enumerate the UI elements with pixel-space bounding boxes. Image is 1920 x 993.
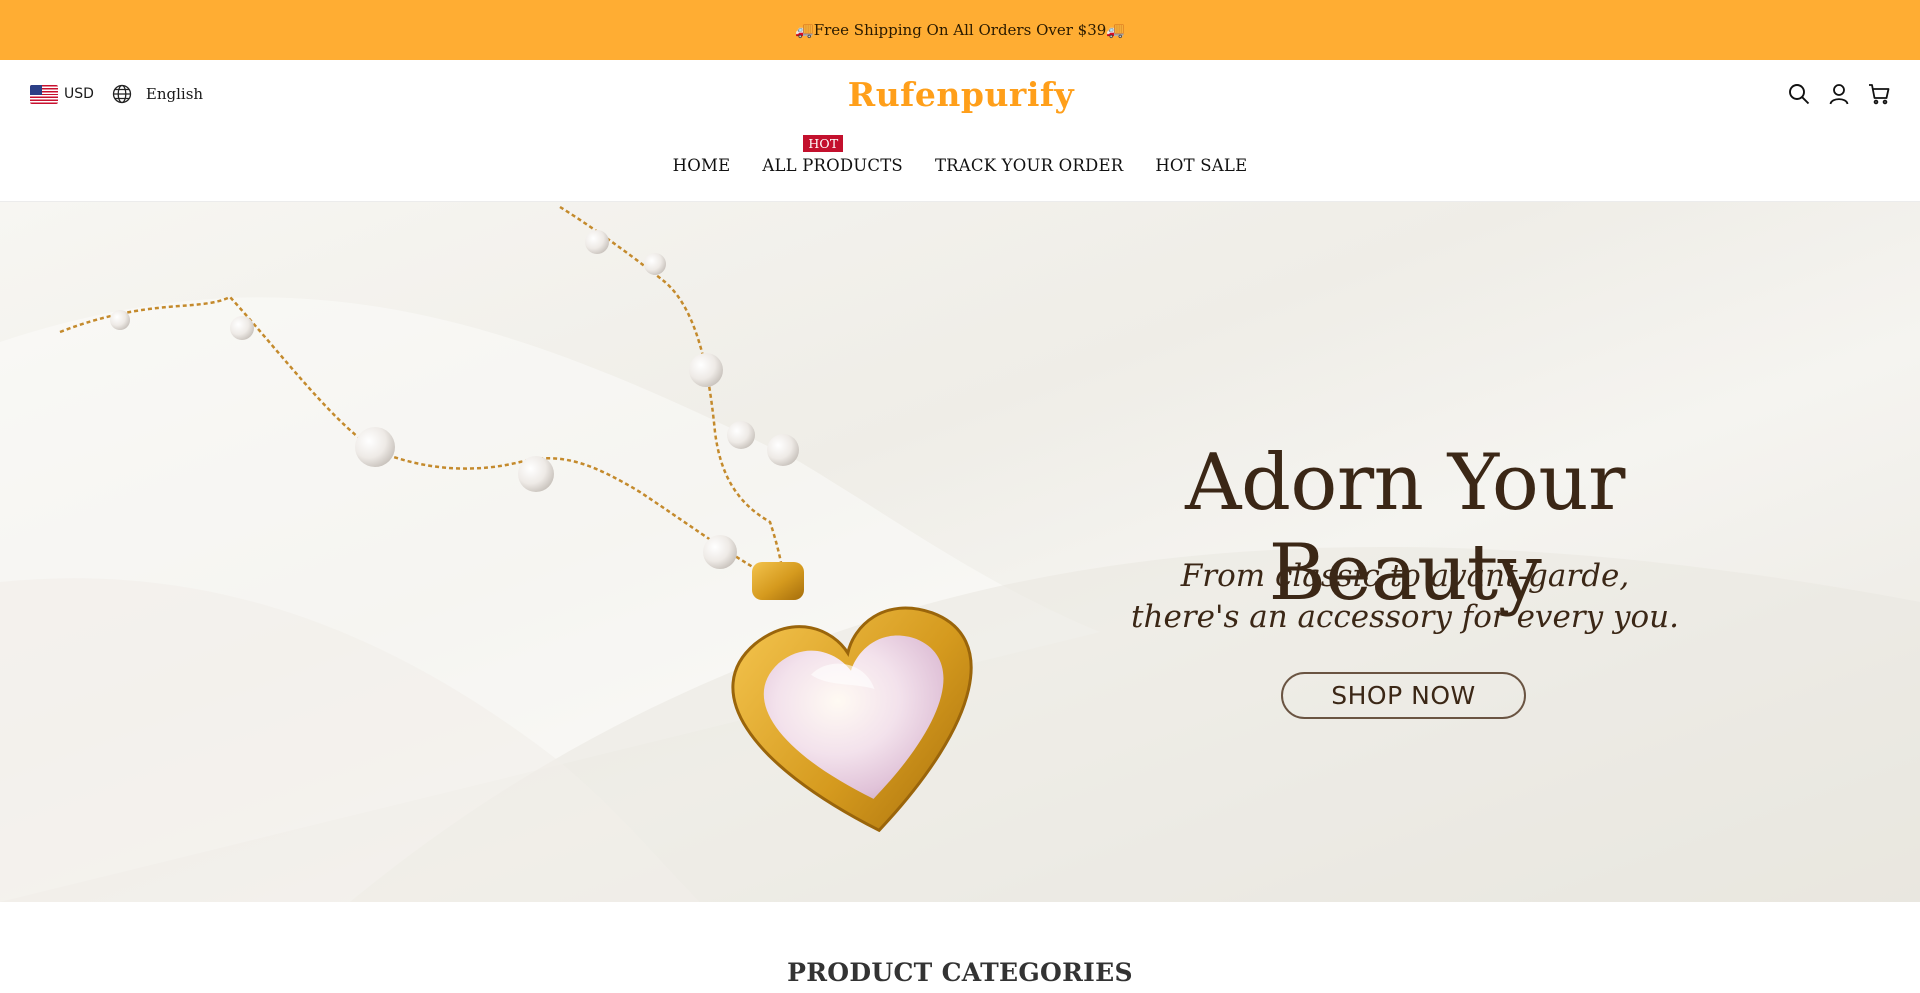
site-logo[interactable]: Rufenpurify (845, 74, 1077, 114)
cart-icon[interactable] (1868, 82, 1890, 106)
account-icon[interactable] (1828, 82, 1850, 106)
site-header: USD English Rufenpurify HOME HOT ALL PRO… (0, 60, 1920, 202)
nav-item-label[interactable]: ALL PRODUCTS (762, 156, 903, 175)
search-icon[interactable] (1788, 82, 1810, 106)
hero-subtitle-line-1: From classic to avant-garde, (1180, 558, 1630, 594)
main-nav: HOME HOT ALL PRODUCTS TRACK YOUR ORDER H… (0, 135, 1920, 175)
us-flag-icon[interactable] (30, 84, 58, 104)
header-icons (1788, 82, 1890, 106)
announcement-text: 🚚Free Shipping On All Orders Over $39🚚 (795, 21, 1125, 39)
hero-subtitle-line-2: there's an accessory for every you. (1131, 599, 1679, 635)
currency-label[interactable]: USD (64, 86, 94, 102)
nav-item-all-products[interactable]: HOT ALL PRODUCTS (762, 135, 903, 175)
nav-item-track-order[interactable]: TRACK YOUR ORDER (935, 156, 1123, 175)
hero-subtitle: From classic to avant-garde, there's an … (1100, 556, 1710, 638)
announcement-bar: 🚚Free Shipping On All Orders Over $39🚚 (0, 0, 1920, 60)
product-categories-heading: PRODUCT CATEGORIES (787, 958, 1133, 987)
language-label[interactable]: English (146, 85, 203, 103)
nav-item-hot-sale[interactable]: HOT SALE (1155, 156, 1247, 175)
globe-icon[interactable] (112, 84, 132, 104)
locale-selector[interactable]: USD English (30, 84, 203, 104)
hot-badge: HOT (803, 135, 844, 152)
shop-now-button[interactable]: SHOP NOW (1281, 672, 1526, 719)
nav-item-home[interactable]: HOME (673, 156, 731, 175)
hero-banner[interactable]: Adorn Your Beauty From classic to avant-… (0, 202, 1920, 902)
